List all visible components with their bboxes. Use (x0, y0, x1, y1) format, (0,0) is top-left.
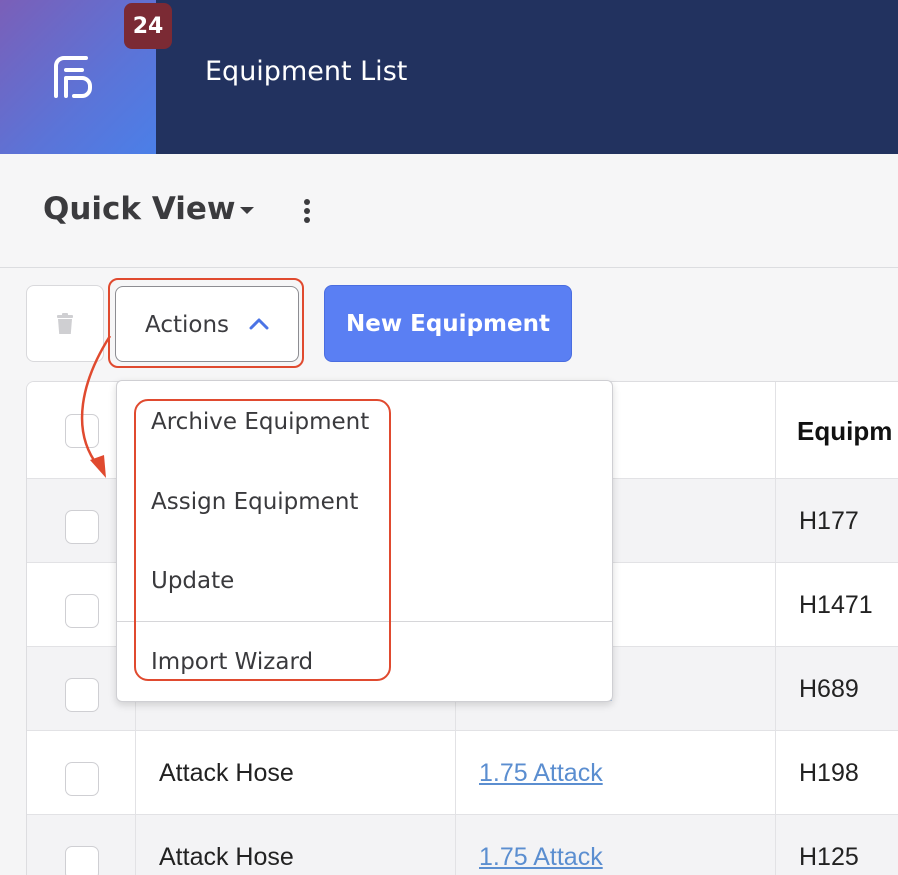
caret-down-icon[interactable] (238, 204, 256, 216)
row-checkbox[interactable] (65, 678, 99, 712)
column-divider (775, 479, 776, 562)
column-divider (455, 731, 456, 814)
select-all-checkbox[interactable] (65, 414, 99, 448)
column-divider (775, 815, 776, 875)
chevron-up-icon (249, 318, 269, 330)
equipment-name: Attack Hose (159, 843, 294, 871)
menu-divider (117, 621, 612, 622)
quick-view-title[interactable]: Quick View (43, 191, 236, 227)
menu-item-import-wizard[interactable]: Import Wizard (151, 649, 313, 675)
row-checkbox[interactable] (65, 846, 99, 875)
actions-button[interactable]: Actions (115, 286, 299, 362)
table-row[interactable]: Attack Hose 1.75 Attack H198 (27, 731, 898, 815)
actions-button-label: Actions (145, 312, 230, 338)
row-checkbox[interactable] (65, 510, 99, 544)
page-title: Equipment List (205, 56, 408, 87)
column-divider (135, 815, 136, 875)
column-divider (775, 382, 776, 478)
column-divider (775, 731, 776, 814)
column-header-equipment[interactable]: Equipm (797, 416, 892, 447)
kebab-menu-icon[interactable] (302, 198, 312, 224)
column-divider (455, 815, 456, 875)
column-divider (135, 731, 136, 814)
trash-icon (57, 312, 73, 334)
delete-button[interactable] (26, 285, 104, 362)
equipment-id: H689 (799, 675, 859, 703)
equipment-id: H1471 (799, 591, 873, 619)
table-row[interactable]: Attack Hose 1.75 Attack H125 (27, 815, 898, 875)
menu-item-update[interactable]: Update (151, 568, 234, 594)
equipment-type-link[interactable]: 1.75 Attack (479, 843, 603, 872)
equipment-id: H125 (799, 843, 859, 871)
new-equipment-button[interactable]: New Equipment (324, 285, 572, 362)
equipment-id: H177 (799, 507, 859, 535)
notification-badge[interactable]: 24 (124, 3, 172, 49)
menu-item-assign-equipment[interactable]: Assign Equipment (151, 489, 358, 515)
app-header: 24 Equipment List (0, 0, 898, 154)
equipment-name: Attack Hose (159, 759, 294, 787)
row-checkbox[interactable] (65, 594, 99, 628)
column-divider (775, 647, 776, 730)
menu-item-archive-equipment[interactable]: Archive Equipment (151, 409, 369, 435)
equipment-id: H198 (799, 759, 859, 787)
app-logo-icon (54, 56, 92, 98)
row-checkbox[interactable] (65, 762, 99, 796)
column-divider (775, 563, 776, 646)
actions-dropdown-menu: Archive Equipment Assign Equipment Updat… (116, 380, 613, 702)
equipment-type-link[interactable]: 1.75 Attack (479, 759, 603, 788)
